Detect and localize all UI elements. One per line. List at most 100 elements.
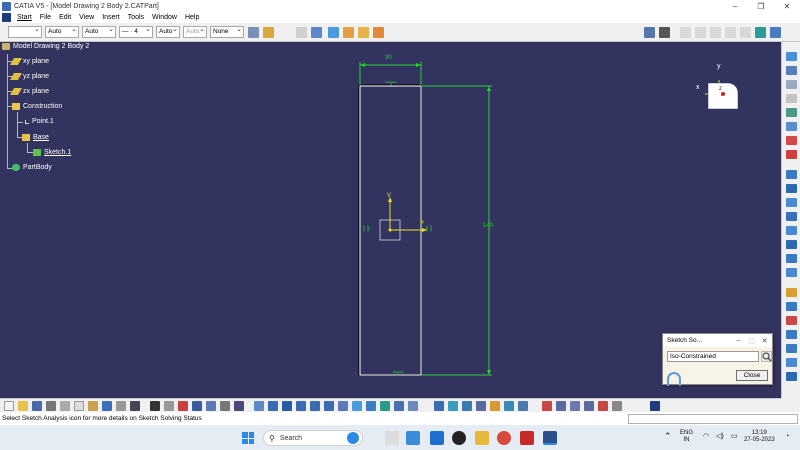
whats-this-icon[interactable] xyxy=(130,400,140,411)
check-icon[interactable] xyxy=(598,400,608,411)
trim-icon[interactable] xyxy=(786,316,797,325)
grid-toggle-icon[interactable] xyxy=(434,400,444,411)
apply-material-icon[interactable] xyxy=(584,400,594,411)
dialog-maximize-button[interactable]: ▢ xyxy=(746,337,757,345)
color-combo[interactable] xyxy=(8,26,42,38)
filter-icon[interactable] xyxy=(296,26,307,38)
power-input-field[interactable] xyxy=(628,413,798,424)
inertia-icon[interactable] xyxy=(234,400,244,411)
cut-part-icon[interactable] xyxy=(476,400,486,411)
dialog-minimize-button[interactable]: – xyxy=(733,337,744,344)
view-mode-icon[interactable] xyxy=(659,26,670,38)
grid-icon[interactable] xyxy=(311,26,322,38)
battery-icon[interactable]: ▭ xyxy=(731,433,738,440)
tree-item-sketch[interactable]: Sketch.1 xyxy=(33,149,71,156)
output-feature-icon[interactable] xyxy=(504,400,514,411)
point-icon[interactable] xyxy=(786,268,797,277)
line-type-combo[interactable]: — · 4 xyxy=(119,26,153,38)
multi-view-icon[interactable] xyxy=(352,400,362,411)
chrome-icon[interactable] xyxy=(497,431,511,445)
tree-item-root[interactable]: Model Drawing 2 Body 2 xyxy=(2,43,89,50)
open-file-icon[interactable] xyxy=(18,400,28,411)
catia-taskbar-icon[interactable] xyxy=(543,431,557,445)
law-icon[interactable] xyxy=(178,400,188,411)
ellipse-icon[interactable] xyxy=(786,226,797,235)
profile-feature-icon[interactable] xyxy=(518,400,528,411)
task-view-icon[interactable] xyxy=(385,431,399,445)
cut-icon[interactable] xyxy=(60,400,70,411)
cylindrical-hole-icon[interactable] xyxy=(786,150,797,159)
menu-start[interactable]: Start xyxy=(13,14,36,21)
undo-icon[interactable] xyxy=(102,400,112,411)
pan-icon[interactable] xyxy=(282,400,292,411)
app-icon-blue[interactable] xyxy=(406,431,420,445)
arc-icon[interactable] xyxy=(786,198,797,207)
tree-item-point[interactable]: Point.1 xyxy=(25,118,54,125)
line-icon[interactable] xyxy=(786,240,797,249)
mirror-icon[interactable] xyxy=(786,330,797,339)
sketch-solving-icon[interactable] xyxy=(448,400,458,411)
axis-icon[interactable] xyxy=(786,254,797,263)
fly-mode-icon[interactable] xyxy=(254,400,264,411)
fit-all-icon[interactable] xyxy=(268,400,278,411)
table-icon[interactable] xyxy=(192,400,202,411)
spline-icon[interactable] xyxy=(786,212,797,221)
menu-tools[interactable]: Tools xyxy=(124,14,148,21)
chamfer-icon[interactable] xyxy=(786,302,797,311)
project-icon[interactable] xyxy=(786,344,797,353)
intersect-icon[interactable] xyxy=(786,372,797,381)
shading-icon[interactable] xyxy=(380,400,390,411)
tree-item-zx-plane[interactable]: zx plane xyxy=(9,88,49,95)
point-type-combo[interactable]: Auto xyxy=(156,26,180,38)
dimensional-constraints-icon[interactable] xyxy=(373,26,384,38)
tool2-disabled-icon[interactable] xyxy=(725,26,736,38)
swap-visible-space-icon[interactable] xyxy=(408,400,418,411)
knowledge-icon[interactable] xyxy=(755,26,766,38)
create-datum-icon[interactable] xyxy=(542,400,552,411)
copy-icon[interactable] xyxy=(74,400,84,411)
zoom-in-icon[interactable] xyxy=(310,400,320,411)
update-icon[interactable] xyxy=(612,400,622,411)
snap-icon[interactable] xyxy=(328,26,339,38)
dialog-close-button[interactable]: Close xyxy=(736,370,768,381)
sketch-analysis-icon[interactable] xyxy=(761,351,772,362)
menu-insert[interactable]: Insert xyxy=(98,14,124,21)
hide-show-icon[interactable] xyxy=(394,400,404,411)
offset-icon[interactable] xyxy=(786,358,797,367)
rectangle-icon[interactable] xyxy=(786,108,797,117)
formula-icon[interactable] xyxy=(150,400,160,411)
sketch-icon[interactable] xyxy=(786,66,797,75)
menu-view[interactable]: View xyxy=(75,14,98,21)
tool-disabled-icon[interactable] xyxy=(710,26,721,38)
line-thickness-combo[interactable]: Auto xyxy=(82,26,116,38)
tree-item-partbody[interactable]: PartBody xyxy=(12,164,52,171)
sketch-analysis-icon[interactable] xyxy=(490,400,500,411)
measure-between-icon[interactable] xyxy=(556,400,566,411)
undo-disabled-icon[interactable] xyxy=(680,26,691,38)
tree-item-construction[interactable]: Construction xyxy=(12,103,62,110)
menu-window[interactable]: Window xyxy=(148,14,181,21)
painter-icon[interactable] xyxy=(248,26,259,38)
taskbar-search[interactable]: ⚲ Search xyxy=(263,430,363,446)
app-l-icon[interactable] xyxy=(430,431,444,445)
constraint-icon[interactable] xyxy=(462,400,472,411)
catalog-icon[interactable] xyxy=(206,400,216,411)
tree-item-base[interactable]: Base xyxy=(22,134,49,141)
menu-file[interactable]: File xyxy=(36,14,55,21)
measure-item-icon[interactable] xyxy=(220,400,230,411)
print-icon[interactable] xyxy=(46,400,56,411)
corner-icon[interactable] xyxy=(786,288,797,297)
new-file-icon[interactable] xyxy=(4,400,14,411)
comment-icon[interactable] xyxy=(164,400,174,411)
oriented-rectangle-icon[interactable] xyxy=(786,122,797,131)
exit-sketch-icon[interactable] xyxy=(786,52,797,61)
geometric-constraints-icon[interactable] xyxy=(358,26,369,38)
circle-icon[interactable] xyxy=(786,170,797,179)
zoom-out-icon[interactable] xyxy=(324,400,334,411)
measure-icon[interactable] xyxy=(644,26,655,38)
redo-icon[interactable] xyxy=(116,400,126,411)
wifi-icon[interactable]: ◠ xyxy=(703,433,709,440)
file-explorer-icon[interactable] xyxy=(475,431,489,445)
construction-element-icon[interactable] xyxy=(343,26,354,38)
measure-inertia-icon[interactable] xyxy=(570,400,580,411)
